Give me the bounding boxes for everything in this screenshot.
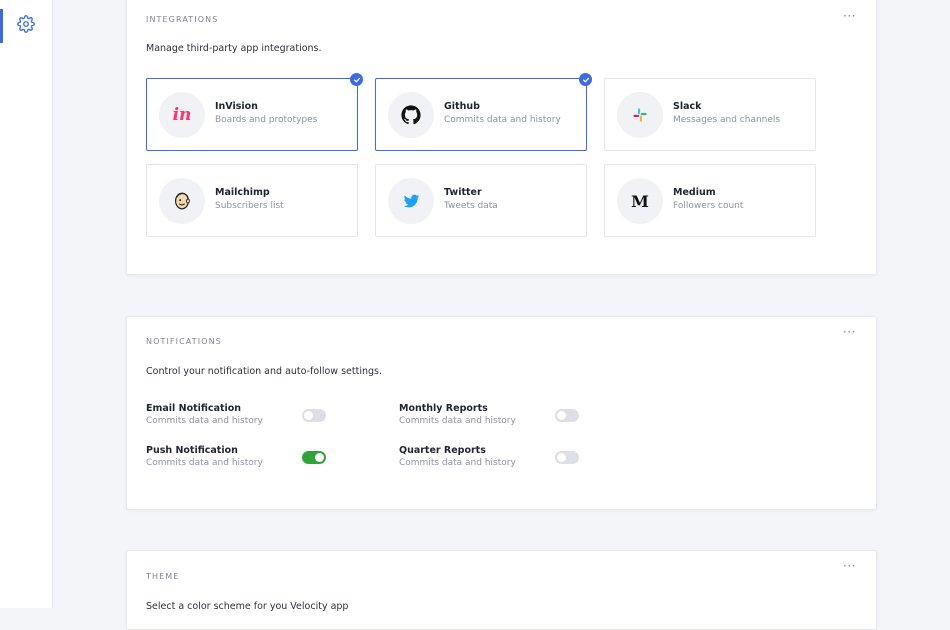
monthly-reports-toggle[interactable] <box>555 409 579 422</box>
check-icon <box>579 73 592 86</box>
integration-name: Medium <box>673 187 716 198</box>
sidebar <box>0 0 53 608</box>
integration-description: Commits data and history <box>444 115 561 125</box>
integration-medium[interactable]: M Medium Followers count <box>604 164 816 237</box>
integration-name: Github <box>444 101 480 112</box>
integration-github[interactable]: Github Commits data and history <box>375 73 592 151</box>
notification-quarter-description: Commits data and history <box>399 458 516 468</box>
theme-card: THEME ··· Select a color scheme for you … <box>126 550 877 630</box>
notification-push-label: Push Notification <box>146 445 238 456</box>
integration-name: Slack <box>673 101 702 112</box>
notifications-description: Control your notification and auto-follo… <box>146 366 383 377</box>
integration-description: Followers count <box>673 201 744 211</box>
integration-mailchimp[interactable]: Mailchimp Subscribers list <box>146 164 358 237</box>
sidebar-item-settings[interactable] <box>0 9 52 43</box>
integrations-menu-button[interactable]: ··· <box>843 10 856 22</box>
integration-description: Tweets data <box>444 201 498 211</box>
integration-invision[interactable]: in InVision Boards and prototypes <box>146 73 363 151</box>
notification-monthly-label: Monthly Reports <box>399 403 488 414</box>
integration-slack[interactable]: Slack Messages and channels <box>604 78 816 151</box>
integrations-title: INTEGRATIONS <box>146 15 219 24</box>
integration-name: Mailchimp <box>215 187 270 198</box>
theme-menu-button[interactable]: ··· <box>843 560 856 572</box>
github-icon <box>388 92 434 138</box>
quarter-reports-toggle[interactable] <box>555 451 579 464</box>
theme-title: THEME <box>146 572 180 581</box>
notification-email-description: Commits data and history <box>146 416 263 426</box>
twitter-icon <box>388 178 434 224</box>
notification-push-description: Commits data and history <box>146 458 263 468</box>
check-icon <box>350 73 363 86</box>
notification-monthly-description: Commits data and history <box>399 416 516 426</box>
notifications-title: NOTIFICATIONS <box>146 337 222 346</box>
integration-name: InVision <box>215 101 258 112</box>
integrations-card: INTEGRATIONS ··· Manage third-party app … <box>126 0 877 275</box>
email-notification-toggle[interactable] <box>302 409 326 422</box>
integration-description: Subscribers list <box>215 201 284 211</box>
mailchimp-icon <box>159 178 205 224</box>
theme-description: Select a color scheme for you Velocity a… <box>146 601 349 612</box>
medium-icon: M <box>617 178 663 224</box>
integration-name: Twitter <box>444 187 482 198</box>
push-notification-toggle[interactable] <box>302 451 326 464</box>
integration-description: Messages and channels <box>673 115 781 125</box>
integration-description: Boards and prototypes <box>215 115 318 125</box>
invision-icon: in <box>159 92 205 138</box>
integrations-description: Manage third-party app integrations. <box>146 43 322 54</box>
slack-icon <box>617 92 663 138</box>
gear-icon <box>17 15 35 37</box>
notifications-card: NOTIFICATIONS ··· Control your notificat… <box>126 316 877 510</box>
notification-email-label: Email Notification <box>146 403 242 414</box>
integration-twitter[interactable]: Twitter Tweets data <box>375 164 587 237</box>
notifications-menu-button[interactable]: ··· <box>843 326 856 338</box>
notification-quarter-label: Quarter Reports <box>399 445 486 456</box>
